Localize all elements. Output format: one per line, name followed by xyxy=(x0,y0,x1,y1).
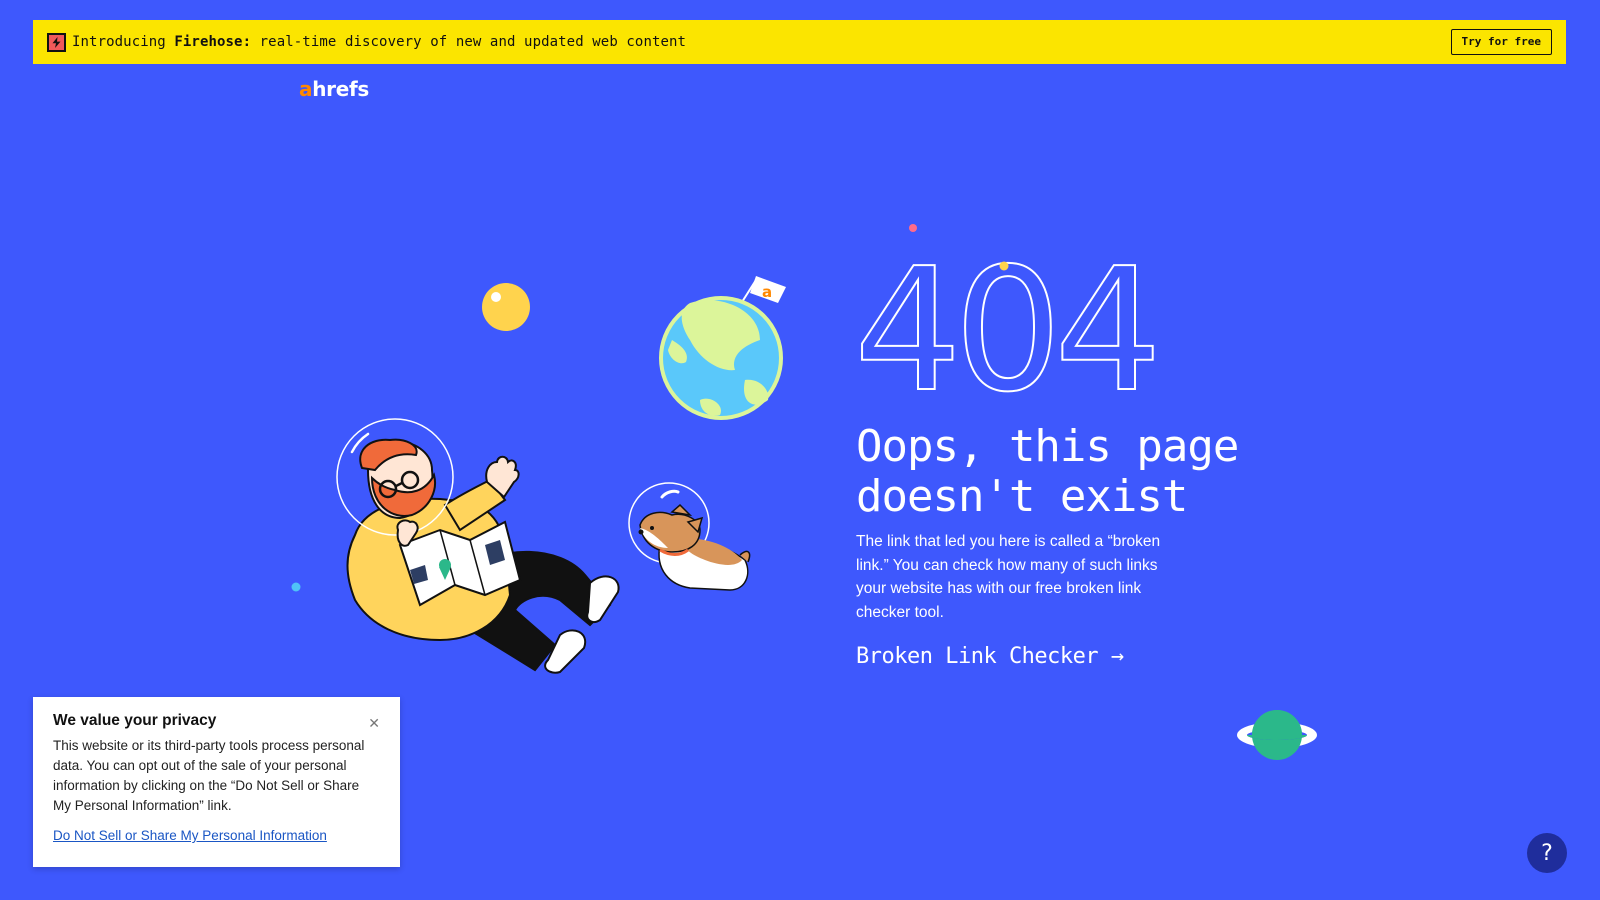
help-button[interactable]: ? xyxy=(1527,833,1567,873)
broken-link-checker-link[interactable]: Broken Link Checker → xyxy=(856,644,1124,669)
error-description: The link that led you here is called a “… xyxy=(856,533,1161,621)
privacy-notice: ✕ We value your privacy This website or … xyxy=(33,697,400,867)
do-not-sell-link[interactable]: Do Not Sell or Share My Personal Informa… xyxy=(53,828,327,843)
flag-letter: a xyxy=(762,283,772,301)
yellow-moon-icon xyxy=(482,283,530,331)
saturn-icon xyxy=(1237,710,1317,760)
earth-flag-icon: a xyxy=(659,276,786,420)
pink-dot xyxy=(909,224,917,232)
privacy-body: This website or its third-party tools pr… xyxy=(53,738,365,813)
corgi-astronaut-illustration xyxy=(628,482,751,591)
page-title: Oops, this page doesn't exist xyxy=(856,421,1239,522)
blue-dot xyxy=(291,582,301,592)
close-icon[interactable]: ✕ xyxy=(368,717,380,731)
error-code-graphic: 404 xyxy=(853,231,1163,431)
yellow-dot xyxy=(999,261,1009,271)
privacy-title: We value your privacy xyxy=(53,712,217,729)
astronaut-man-illustration xyxy=(336,418,620,674)
